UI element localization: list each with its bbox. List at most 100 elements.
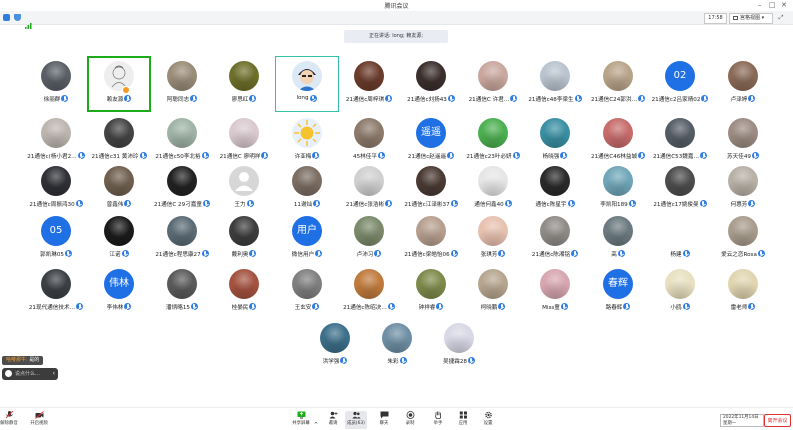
- participant-tile[interactable]: 李凯阳189: [586, 161, 650, 217]
- participant-tile[interactable]: 通信何鑫40: [461, 161, 525, 217]
- speaking-banner: 正在讲话: long; 赖友源;: [344, 30, 448, 43]
- collapse-chat-icon[interactable]: ‹: [53, 368, 55, 380]
- participant-name-row: 21通信C46林益城: [586, 151, 650, 160]
- avatar: [104, 118, 134, 148]
- participant-tile[interactable]: 卢泽婷: [711, 56, 775, 112]
- participant-tile[interactable]: 柯晓鹏: [461, 264, 525, 320]
- chat-text: 是的: [29, 357, 40, 363]
- participant-tile[interactable]: 王力: [212, 161, 276, 217]
- participant-tile[interactable]: 王玄安: [275, 264, 339, 320]
- weekday-text: 星期一: [723, 421, 737, 426]
- participant-tile[interactable]: 吴捷霖28: [427, 318, 491, 374]
- participant-tile[interactable]: 21通信c17姚俊曼: [648, 161, 712, 217]
- participant-tile[interactable]: 高: [586, 211, 650, 267]
- participant-tile[interactable]: 02 21通信c2吕家晴02: [648, 56, 712, 112]
- participant-tile[interactable]: 杨建: [648, 211, 712, 267]
- participant-tile[interactable]: 11谢灿: [275, 161, 339, 217]
- unmute-button[interactable]: 解除静音: [0, 411, 18, 429]
- participant-tile[interactable]: 春辉 路春辉: [586, 264, 650, 320]
- info-icon[interactable]: [3, 14, 10, 21]
- participant-name: 何惠芳: [730, 201, 748, 208]
- share-options-icon[interactable]: ^: [312, 411, 320, 429]
- invite-button[interactable]: 邀请: [322, 411, 344, 429]
- avatar: [728, 216, 758, 246]
- participant-tile[interactable]: 21通信c江泽彬37: [399, 161, 463, 217]
- participant-tile[interactable]: 江诺: [87, 211, 151, 267]
- participant-tile[interactable]: 21通信c梁皓怡06: [399, 211, 463, 267]
- raise-hand-button[interactable]: 举手: [427, 411, 449, 429]
- leave-meeting-button[interactable]: 离开会议: [764, 414, 791, 427]
- mic-status-icon: [309, 94, 317, 102]
- participant-name-row: 朱彩: [365, 356, 429, 365]
- participant-tile[interactable]: Miss童: [523, 264, 587, 320]
- chat-button[interactable]: 聊天: [373, 411, 395, 429]
- participant-name: 21通信c程思康27: [155, 251, 201, 258]
- start-video-button[interactable]: 开启视频: [28, 411, 50, 429]
- mic-status-icon: [638, 95, 646, 102]
- participant-tile[interactable]: 21通信c陈昭决…: [337, 264, 401, 320]
- signal-icon[interactable]: [25, 14, 32, 29]
- participant-tile[interactable]: 05 郭凯琳05: [24, 211, 88, 267]
- participant-name-row: 洪学强: [303, 356, 367, 365]
- participant-tile[interactable]: 赖友源: [87, 56, 151, 112]
- participant-tile[interactable]: 钟祥睿: [399, 264, 463, 320]
- maximize-icon[interactable]: □: [769, 1, 776, 9]
- mic-status-icon: [623, 303, 631, 310]
- participant-tile[interactable]: 何惠芳: [711, 161, 775, 217]
- settings-button[interactable]: 设置: [477, 411, 499, 429]
- participant-tile[interactable]: 用户 微信用户: [275, 211, 339, 267]
- participant-name: 赖友源: [106, 96, 124, 103]
- view-switch-button[interactable]: 宫格视图 ▾: [729, 13, 773, 24]
- participant-tile[interactable]: 桂晏民: [212, 264, 276, 320]
- participant-tile[interactable]: 21通信C 许君…: [461, 56, 525, 112]
- shield-icon[interactable]: [14, 14, 21, 21]
- mic-status-icon: [313, 200, 321, 207]
- participant-tile[interactable]: 曾鑫伟: [87, 161, 151, 217]
- participant-tile[interactable]: 雷老师: [711, 264, 775, 320]
- minimize-icon[interactable]: –: [758, 1, 762, 9]
- participant-name: 通信何鑫40: [474, 201, 504, 208]
- mic-status-icon: [450, 250, 458, 257]
- participant-tile[interactable]: 戴利奥: [212, 211, 276, 267]
- participant-tile[interactable]: 21现代通信技术…: [24, 264, 88, 320]
- close-icon[interactable]: ✕: [781, 1, 787, 9]
- fullscreen-icon[interactable]: ⤢: [775, 13, 787, 22]
- participant-tile[interactable]: 阿聪同志: [150, 56, 214, 112]
- participant-tile[interactable]: 洪学强: [303, 318, 367, 374]
- participant-name: 张琪芳: [480, 251, 498, 258]
- participant-tile[interactable]: 21通信C 29刁嘉童: [150, 161, 214, 217]
- participant-tile[interactable]: 21通信c程思康27: [150, 211, 214, 267]
- participant-tile[interactable]: 21通信C24郭洪…: [586, 56, 650, 112]
- participant-tile[interactable]: 廖思红: [212, 56, 276, 112]
- participant-name: 21通信c梁皓怡06: [404, 251, 450, 258]
- participant-tile[interactable]: 卢沛习: [337, 211, 401, 267]
- share-screen-button[interactable]: 共享屏幕: [290, 411, 312, 429]
- participant-tile[interactable]: 21通信c张浩彬: [337, 161, 401, 217]
- participant-tile[interactable]: 徐丽群: [24, 56, 88, 112]
- participant-tile[interactable]: 朱彩: [365, 318, 429, 374]
- participant-tile[interactable]: 张琪芳: [461, 211, 525, 267]
- smile-icon[interactable]: [5, 370, 12, 377]
- participant-tile[interactable]: 21通信c周振鸿30: [24, 161, 88, 217]
- participant-tile[interactable]: long: [275, 56, 339, 112]
- mic-status-icon: [190, 95, 198, 102]
- participant-tile[interactable]: 小鸥: [648, 264, 712, 320]
- chat-input[interactable]: 说点什么… ‹: [2, 368, 58, 380]
- participant-tile[interactable]: 21通信c陈湘铭: [523, 211, 587, 267]
- participant-name: 21通信c张浩彬: [345, 201, 385, 208]
- participant-name: 21现代通信技术…: [28, 304, 76, 311]
- manage-members-button[interactable]: 成员(63): [345, 411, 367, 429]
- participant-tile[interactable]: 21通信c48李梁生: [523, 56, 587, 112]
- avatar: [478, 269, 508, 299]
- participant-tile[interactable]: 潘炳略15: [150, 264, 214, 320]
- participant-tile[interactable]: 21通信c刘扬43: [399, 56, 463, 112]
- apps-button[interactable]: 应用: [452, 411, 474, 429]
- record-button[interactable]: 录制: [399, 411, 421, 429]
- participant-name: 王玄安: [294, 304, 312, 311]
- participant-tile[interactable]: 通信c陈星宇: [523, 161, 587, 217]
- participant-name: 吴捷霖28: [443, 358, 467, 365]
- participant-tile[interactable]: 21通信c周梓琪: [337, 56, 401, 112]
- participant-name-row: 徐丽群: [24, 94, 88, 103]
- participant-tile[interactable]: 伟林 李伟林: [87, 264, 151, 320]
- participant-tile[interactable]: 爱云之恋Rosa: [711, 211, 775, 267]
